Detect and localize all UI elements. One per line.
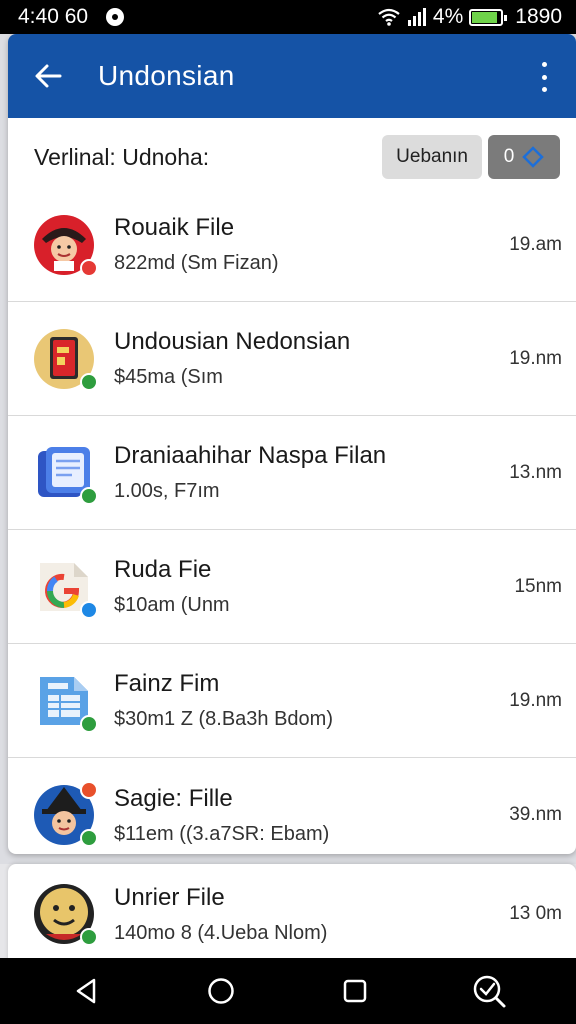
app-title: Undonsian	[98, 60, 235, 91]
sort-select-value: 0	[503, 146, 515, 167]
file-list: Rouaik File 822md (Sm Fizan) 19.am Undou…	[8, 188, 576, 854]
file-subtitle: $45ma (Sım	[114, 366, 223, 388]
file-title: Fainz Fim	[114, 670, 220, 697]
status-time: 4:40 60	[18, 5, 89, 28]
list-item-text: Sagie: Fille $11em ((3.a7SR: Ebam)	[114, 785, 490, 846]
status-left: 4:40 60	[18, 5, 125, 29]
notification-icon	[106, 8, 125, 26]
file-subtitle: 140mo 8 (4.Ueba Nlom)	[114, 921, 328, 944]
file-time: 13.nm	[509, 461, 562, 483]
list-item[interactable]: Ruda Fie $10am (Unm 15nm	[8, 530, 576, 644]
file-title: Draniaahihar Naspa Filan	[114, 442, 387, 469]
file-title: Unrier File	[114, 883, 225, 911]
status-right: 4% 1890	[377, 5, 562, 29]
alert-badge	[80, 781, 98, 799]
list-item-text: Unrier File 140mo 8 (4.Ueba Nlom)	[114, 884, 490, 945]
more-vertical-icon	[541, 62, 547, 67]
file-time: 15nm	[514, 575, 562, 597]
status-clock-right: 1890	[515, 5, 562, 28]
battery-level	[472, 11, 498, 23]
smiley-avatar-icon	[32, 882, 98, 946]
list-item-text: Ruda Fie $10am (Unm	[114, 556, 490, 617]
nav-home-button[interactable]	[197, 967, 245, 1015]
list-item[interactable]: Unrier File 140mo 8 (4.Ueba Nlom) 13 0m	[8, 864, 576, 964]
status-badge	[80, 928, 98, 946]
app-bar: Undonsian	[8, 34, 576, 118]
file-title: Rouaik File	[114, 214, 235, 241]
status-badge	[80, 829, 98, 847]
battery-percent: 4%	[432, 5, 464, 28]
file-subtitle: $30m1 Z (8.Ba3h Bdom)	[114, 708, 333, 730]
circle-home-icon	[208, 978, 234, 1004]
more-options-button[interactable]	[530, 62, 558, 92]
blue-document-icon	[32, 441, 98, 505]
square-recents-icon	[343, 979, 367, 1003]
file-time: 19.nm	[509, 689, 562, 711]
file-subtitle: 822md (Sm Fizan)	[114, 252, 279, 274]
nav-back-button[interactable]	[63, 967, 111, 1015]
status-badge	[80, 714, 98, 733]
spreadsheet-file-icon	[32, 669, 98, 733]
file-time: 39.nm	[509, 804, 562, 825]
file-time: 19.am	[509, 233, 562, 255]
list-item-text: Draniaahihar Naspa Filan 1.00s, F7ım	[114, 442, 490, 503]
file-subtitle: $11em ((3.a7SR: Ebam)	[114, 822, 330, 845]
status-badge	[80, 600, 98, 619]
nav-search-button[interactable]	[465, 967, 513, 1015]
file-time: 19.nm	[509, 347, 562, 369]
nav-recents-button[interactable]	[331, 967, 379, 1015]
signal-icon	[407, 8, 426, 26]
search-check-icon	[473, 975, 506, 1008]
diamond-icon	[522, 146, 545, 168]
triangle-back-icon	[76, 978, 96, 1004]
partial-list-card: Unrier File 140mo 8 (4.Ueba Nlom) 13 0m	[8, 864, 576, 964]
list-item[interactable]: Fainz Fim $30m1 Z (8.Ba3h Bdom) 19.nm	[8, 644, 576, 758]
file-title: Ruda Fie	[114, 556, 212, 583]
list-item-text: Fainz Fim $30m1 Z (8.Ba3h Bdom)	[114, 670, 490, 731]
list-item-text: Rouaik File 822md (Sm Fizan)	[114, 214, 490, 275]
status-badge	[80, 486, 98, 505]
arrow-left-icon	[35, 64, 62, 88]
battery-icon	[469, 8, 508, 26]
header-action-button[interactable]: Uebanın	[382, 135, 482, 179]
navigation-bar	[0, 958, 576, 1024]
list-item[interactable]: Rouaik File 822md (Sm Fizan) 19.am	[8, 188, 576, 302]
file-title: Sagie: Fille	[114, 784, 233, 812]
status-badge	[80, 372, 98, 391]
file-subtitle: 1.00s, F7ım	[114, 480, 220, 502]
list-item[interactable]: Draniaahihar Naspa Filan 1.00s, F7ım 13.…	[8, 416, 576, 530]
list-item[interactable]: Sagie: Fille $11em ((3.a7SR: Ebam) 39.nm	[8, 758, 576, 854]
sort-select[interactable]: 0	[488, 135, 560, 179]
pirate-avatar-icon	[32, 213, 98, 277]
header-label: Verlinal: Udnoha:	[34, 143, 210, 170]
status-badge	[80, 258, 98, 277]
status-bar: 4:40 60 4% 1890	[0, 0, 576, 34]
witch-avatar-icon	[32, 781, 98, 847]
list-header: Verlinal: Udnoha: Uebanın 0	[8, 118, 576, 196]
list-item-text: Undousian Nedonsian $45ma (Sım	[114, 328, 490, 389]
red-book-icon	[32, 327, 98, 391]
file-subtitle: $10am (Unm	[114, 594, 230, 616]
file-time: 13 0m	[509, 903, 562, 924]
file-list-card: Undonsian Verlinal: Udnoha: Uebanın 0 Ro…	[8, 34, 576, 854]
google-file-icon	[32, 555, 98, 619]
list-item[interactable]: Undousian Nedonsian $45ma (Sım 19.nm	[8, 302, 576, 416]
file-title: Undousian Nedonsian	[114, 328, 351, 355]
back-button[interactable]	[8, 34, 88, 118]
wifi-icon	[378, 8, 400, 26]
